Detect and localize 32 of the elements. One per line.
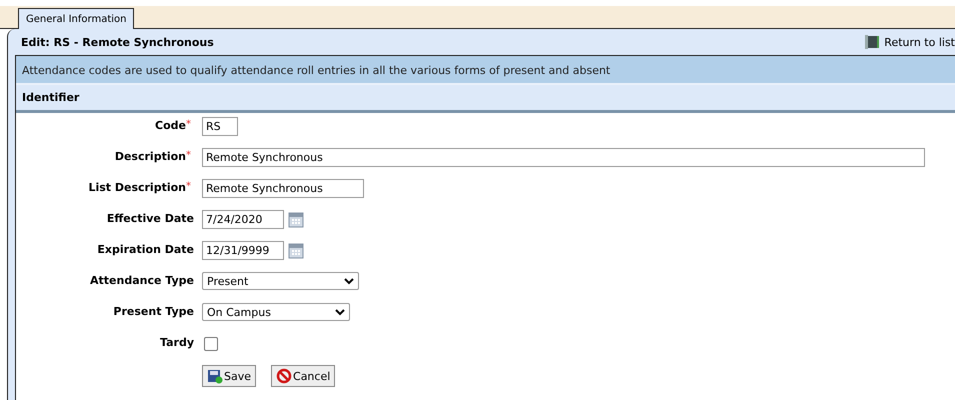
dropdown[interactable]: Present <box>202 272 359 290</box>
cancel-button[interactable]: Cancel <box>271 365 336 387</box>
section-header: Identifier <box>16 83 955 113</box>
calendar-icon[interactable] <box>288 242 304 258</box>
dropdown[interactable]: On Campus <box>202 303 350 321</box>
chevron-down-icon <box>335 308 345 316</box>
save-button[interactable]: Save <box>202 365 256 387</box>
info-bar: Attendance codes are used to qualify attendance roll entries in all the various forms of present and absent <box>16 56 955 83</box>
page-title: Edit: RS - Remote Synchronous <box>21 36 214 48</box>
text-field[interactable]: RS <box>202 117 238 136</box>
field-label: List Description <box>88 181 186 194</box>
chevron-down-icon <box>344 278 354 284</box>
required-mark: * <box>186 181 192 192</box>
text-field[interactable]: Remote Synchronous <box>202 179 364 198</box>
field-label: Tardy <box>160 336 194 349</box>
field-label: Description <box>114 150 186 163</box>
return-link[interactable]: Return to list <box>865 35 955 49</box>
date-field[interactable]: 7/24/2020 <box>202 210 284 229</box>
text-field[interactable]: Remote Synchronous <box>202 148 925 167</box>
field-label: Present Type <box>113 305 194 318</box>
field-label: Attendance Type <box>90 274 194 287</box>
tab[interactable]: General Information <box>18 8 134 29</box>
door-icon <box>865 35 880 49</box>
calendar-icon[interactable] <box>288 212 304 228</box>
no-sign-icon <box>276 368 292 384</box>
checkbox[interactable] <box>204 337 218 351</box>
required-mark: * <box>186 119 192 130</box>
required-mark: * <box>186 150 192 161</box>
field-label: Expiration Date <box>97 243 194 256</box>
field-label: Code <box>155 119 186 132</box>
field-label: Effective Date <box>106 212 194 225</box>
date-field[interactable]: 12/31/9999 <box>202 241 284 260</box>
